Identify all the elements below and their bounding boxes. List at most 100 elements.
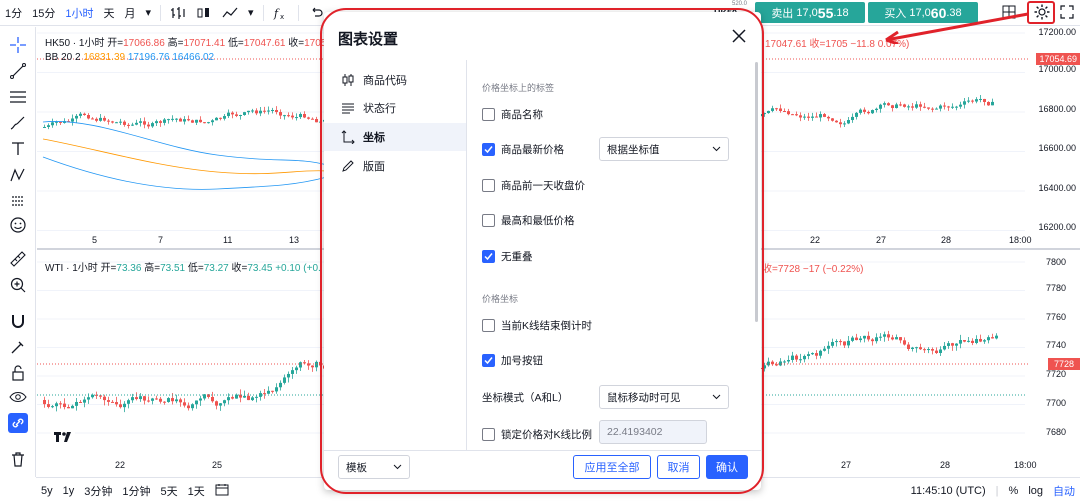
- candle-body: [919, 347, 922, 350]
- trend-line-icon[interactable]: [8, 61, 28, 81]
- price-tick: 7720: [1045, 369, 1066, 379]
- candle-body: [231, 397, 234, 399]
- candle-body: [107, 400, 110, 402]
- sell-button[interactable]: 卖出 17,0 55.18: [755, 2, 865, 23]
- option-high-low[interactable]: 最高和最低价格: [482, 210, 575, 230]
- candle-style-icon[interactable]: [195, 5, 213, 21]
- scrollbar[interactable]: [755, 62, 758, 322]
- time-tick: 5: [92, 235, 98, 245]
- candle-body: [903, 104, 906, 107]
- link-icon[interactable]: [8, 413, 28, 433]
- interval-15m[interactable]: 15分: [27, 5, 60, 21]
- cancel-button[interactable]: 取消: [657, 455, 700, 479]
- checkbox[interactable]: [482, 213, 495, 227]
- checkbox[interactable]: [482, 107, 495, 121]
- candle-body: [991, 101, 994, 106]
- option-lock-ratio[interactable]: 锁定价格对K线比例: [482, 424, 592, 444]
- option-prev-close[interactable]: 商品前一天收盘价: [482, 175, 585, 195]
- time-tick: 11: [223, 235, 233, 245]
- candle-body: [199, 398, 202, 401]
- chart-type-dropdown-icon[interactable]: ▾: [243, 6, 259, 19]
- magnet-icon[interactable]: [8, 311, 28, 331]
- range-1m[interactable]: 1分钟: [117, 483, 155, 499]
- candle-body: [311, 118, 314, 120]
- range-5y[interactable]: 5y: [36, 485, 58, 497]
- candle-body: [879, 336, 882, 338]
- candle-body: [851, 337, 854, 341]
- lock-icon[interactable]: [8, 363, 28, 383]
- range-1y[interactable]: 1y: [58, 485, 80, 497]
- option-countdown[interactable]: 当前K线结束倒计时: [482, 315, 592, 335]
- checkbox[interactable]: [482, 318, 495, 332]
- interval-1h[interactable]: 1小时: [60, 5, 98, 21]
- candle-body: [171, 118, 174, 120]
- eye-icon[interactable]: [8, 387, 28, 407]
- nav-status-line[interactable]: 状态行: [324, 94, 466, 122]
- nav-symbol[interactable]: 商品代码: [324, 66, 466, 94]
- nav-appearance[interactable]: 版面: [324, 152, 466, 180]
- ruler-icon[interactable]: [8, 249, 28, 269]
- range-3m[interactable]: 3分钟: [79, 483, 117, 499]
- ok-button[interactable]: 确认: [706, 455, 748, 479]
- emoji-icon[interactable]: [8, 215, 28, 235]
- settings-gear-icon[interactable]: [1033, 3, 1051, 24]
- stay-in-drawing-icon[interactable]: [8, 337, 28, 357]
- option-plus-button[interactable]: 加号按钮: [482, 350, 543, 370]
- checkbox-checked[interactable]: [482, 142, 495, 156]
- line-style-icon[interactable]: [221, 5, 239, 21]
- text-tool-icon[interactable]: [8, 139, 28, 159]
- interval-1d[interactable]: 天: [99, 5, 120, 21]
- fib-retracement-icon[interactable]: [8, 87, 28, 107]
- close-icon[interactable]: [731, 28, 747, 44]
- interval-dropdown-icon[interactable]: ▾: [141, 6, 157, 19]
- option-no-overlap[interactable]: 无重叠: [482, 246, 533, 266]
- prediction-icon[interactable]: [8, 191, 28, 211]
- percent-scale-toggle[interactable]: %: [1004, 485, 1024, 497]
- chart-settings-dialog: 图表设置 商品代码 状态行 坐标 版面 价格坐标上的标签 商品名称 商品最新价格…: [324, 12, 761, 490]
- nav-scales[interactable]: 坐标: [324, 123, 466, 151]
- chevron-down-icon: [712, 391, 721, 403]
- undo-icon[interactable]: [307, 5, 325, 21]
- option-symbol-name[interactable]: 商品名称: [482, 104, 543, 124]
- candle-body: [987, 337, 990, 341]
- clock[interactable]: 11:45:10 (UTC): [906, 485, 991, 497]
- lock-ratio-input[interactable]: 22.4193402: [599, 420, 707, 444]
- candle-body: [827, 345, 830, 349]
- checkbox[interactable]: [482, 178, 495, 192]
- scale-mode-select[interactable]: 鼠标移动时可见: [599, 385, 729, 409]
- candle-body: [871, 110, 874, 114]
- template-select[interactable]: 模板: [338, 455, 410, 479]
- svg-text:f: f: [273, 7, 280, 20]
- bar-style-icon[interactable]: [169, 5, 187, 21]
- option-last-price[interactable]: 商品最新价格: [482, 139, 564, 159]
- pattern-icon[interactable]: [8, 165, 28, 185]
- checkbox-checked[interactable]: [482, 353, 495, 367]
- trash-icon[interactable]: [8, 449, 28, 469]
- brush-icon[interactable]: [8, 113, 28, 133]
- checkbox[interactable]: [482, 427, 495, 441]
- indicators-icon[interactable]: fx: [272, 5, 290, 21]
- last-price-mode-select[interactable]: 根据坐标值: [599, 137, 729, 161]
- candle-body: [959, 104, 962, 107]
- interval-1mo[interactable]: 月: [120, 5, 141, 21]
- range-1d[interactable]: 1天: [183, 483, 210, 499]
- auto-scale-toggle[interactable]: 自动: [1048, 483, 1080, 499]
- interval-1m[interactable]: 1分: [0, 5, 27, 21]
- candle-body: [151, 123, 154, 127]
- candle-body: [911, 347, 914, 349]
- crosshair-icon[interactable]: [8, 35, 28, 55]
- zoom-in-icon[interactable]: [8, 275, 28, 295]
- range-5d[interactable]: 5天: [156, 483, 183, 499]
- checkbox-checked[interactable]: [482, 249, 495, 263]
- log-scale-toggle[interactable]: log: [1023, 485, 1048, 497]
- fullscreen-icon[interactable]: [1060, 5, 1074, 22]
- time-tick: 18:00: [1014, 460, 1037, 470]
- candle-body: [975, 338, 978, 343]
- goto-date-icon[interactable]: [210, 483, 234, 499]
- apply-all-button[interactable]: 应用至全部: [573, 455, 651, 479]
- candle-body: [147, 124, 150, 127]
- candle-body: [291, 115, 294, 118]
- candle-body: [243, 112, 246, 116]
- candle-body: [935, 108, 938, 110]
- candle-body: [159, 398, 162, 402]
